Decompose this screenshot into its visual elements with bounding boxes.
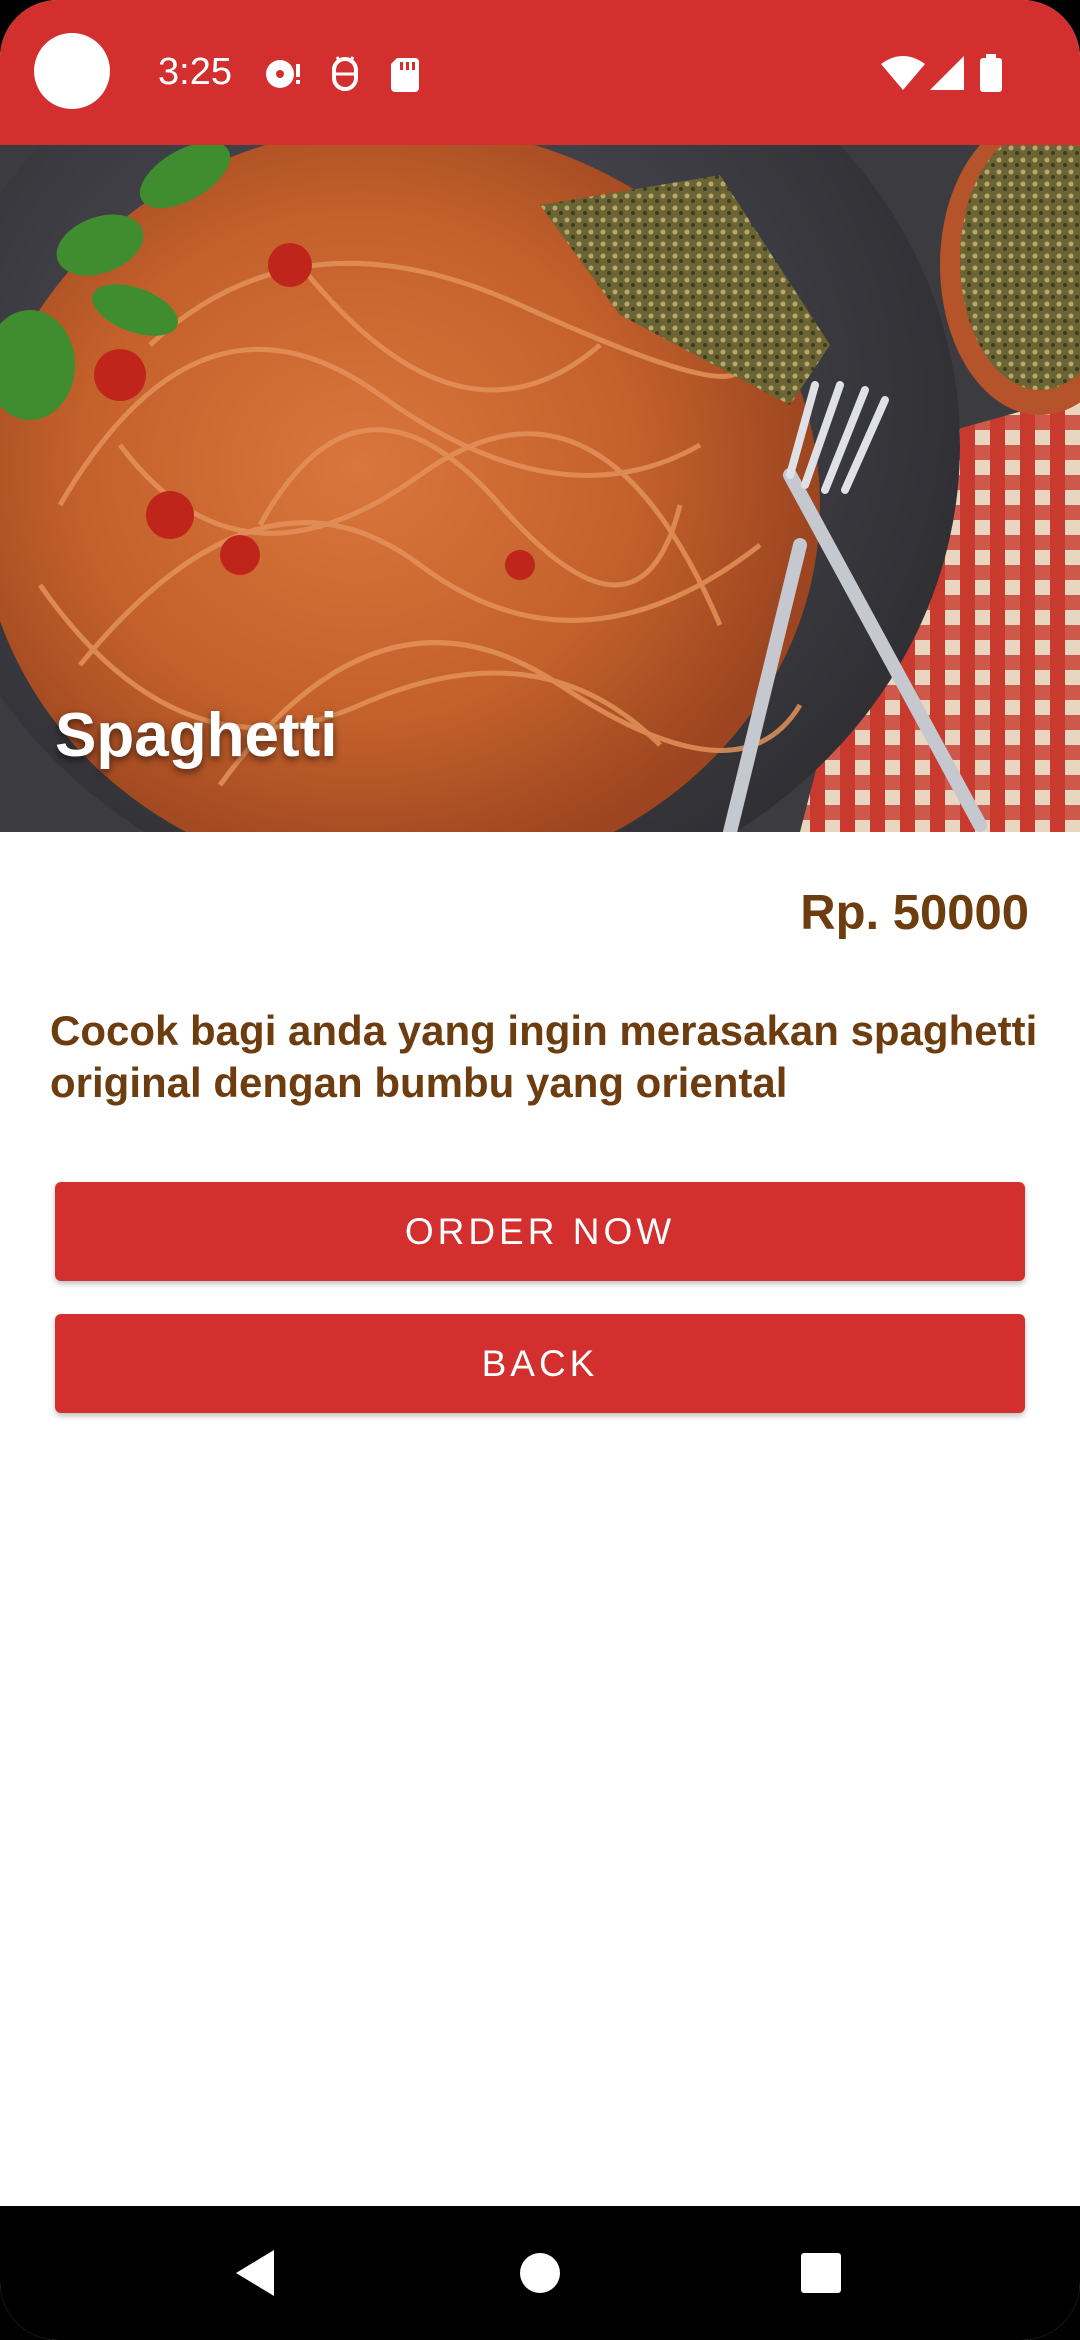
status-clock: 3:25	[158, 51, 232, 93]
food-image: Spaghetti	[0, 145, 1080, 832]
order-now-button[interactable]: ORDER NOW	[55, 1182, 1025, 1281]
status-bar: 3:25	[0, 0, 1080, 145]
price-label: Rp. 50000	[800, 886, 1029, 940]
wifi-icon	[880, 54, 926, 94]
detail-screen: 3:25 Spaghetti Rp. 50000 Cocok bagi anda…	[0, 0, 1080, 2340]
cell-signal-icon	[928, 54, 968, 94]
navigation-bar	[0, 2206, 1080, 2340]
back-triangle-icon[interactable]	[230, 2246, 280, 2305]
android-debug-icon	[325, 54, 365, 94]
description-text: Cocok bagi anda yang ingin merasakan spa…	[50, 1007, 1038, 1106]
sd-card-icon	[385, 54, 425, 94]
food-title: Spaghetti	[55, 701, 338, 770]
recents-square-icon[interactable]	[800, 2246, 842, 2305]
back-button[interactable]: BACK	[55, 1314, 1025, 1413]
notification-disc-icon	[263, 54, 303, 94]
battery-icon	[978, 54, 1004, 94]
camera-cutout	[34, 33, 110, 109]
home-circle-icon[interactable]	[519, 2246, 561, 2305]
